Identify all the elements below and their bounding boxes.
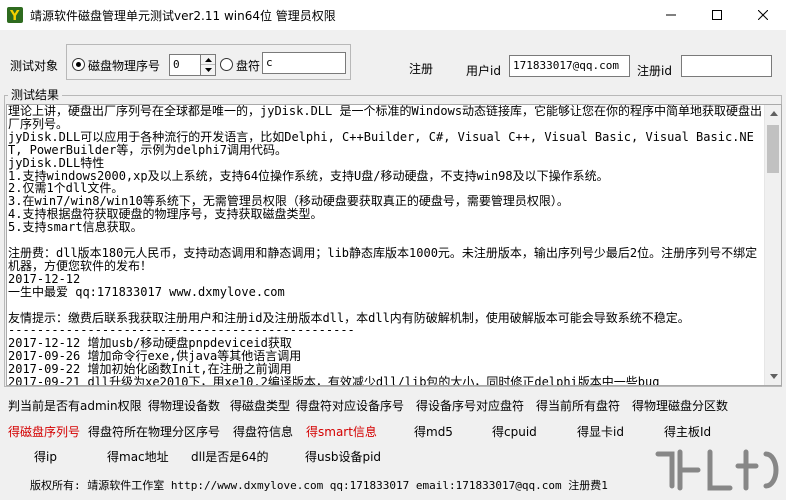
vertical-scrollbar[interactable] [764,105,781,385]
result-caption: 测试结果 [8,86,63,103]
title-bar: Y 靖源软件磁盘管理单元测试ver2.11 win64位 管理员权限 [0,0,786,30]
userid-input[interactable]: 171833017@qq.com [509,55,630,77]
maximize-button[interactable] [694,0,740,30]
radio-disk-index-label[interactable]: 磁盘物理序号 [88,57,160,74]
spin-up-icon[interactable] [201,55,215,65]
disk-index-spinner[interactable] [200,54,216,76]
result-textarea[interactable]: 理论上讲，硬盘出厂序列号在全球都是唯一的，jyDisk.DLL 是一个标准的Wi… [6,104,782,386]
fn-device-index-to-drive[interactable]: 得设备序号对应盘符 [416,397,524,414]
radio-disk-index[interactable] [72,58,85,71]
fn-cpuid[interactable]: 得cpuid [492,423,537,440]
scroll-thumb[interactable] [767,125,779,173]
test-object-label: 测试对象 [10,59,59,73]
spin-down-icon[interactable] [201,65,215,75]
fn-physical-device-count[interactable]: 得物理设备数 [148,397,220,414]
register-button[interactable]: 注册 [409,60,433,77]
fn-is-admin[interactable]: 判当前是否有admin权限 [8,397,142,414]
radio-drive-letter-label[interactable]: 盘符 [236,57,260,74]
fn-disk-serial[interactable]: 得磁盘序列号 [8,423,80,440]
fn-smart-info[interactable]: 得smart信息 [306,423,377,440]
fn-partition-count[interactable]: 得物理磁盘分区数 [632,397,728,414]
copyright-footer: 版权所有: 靖源软件工作室 http://www.dxmylove.com qq… [30,479,608,492]
scroll-up-icon[interactable] [765,105,781,122]
userid-label: 用户id [466,64,501,78]
result-text: 理论上讲，硬盘出厂序列号在全球都是唯一的，jyDisk.DLL 是一个标准的Wi… [8,104,763,386]
fn-md5[interactable]: 得md5 [414,423,453,440]
fn-drive-info[interactable]: 得盘符信息 [233,423,293,440]
drive-letter-input[interactable]: c [262,52,346,74]
fn-gpu-id[interactable]: 得显卡id [577,423,624,440]
window-title: 靖源软件磁盘管理单元测试ver2.11 win64位 管理员权限 [30,9,336,23]
download-site-watermark [650,440,786,500]
app-logo-icon: Y [7,7,23,24]
maximize-icon [712,10,722,20]
minimize-button[interactable] [648,0,694,30]
fn-usb-pid[interactable]: 得usb设备pid [305,448,381,465]
fn-drive-to-device-index[interactable]: 得盘符对应设备序号 [296,397,404,414]
close-icon [758,10,768,20]
close-button[interactable] [740,0,786,30]
fn-mac[interactable]: 得mac地址 [107,448,169,465]
svg-text:Y: Y [9,9,20,23]
fn-drive-partition-index[interactable]: 得盘符所在物理分区序号 [88,423,220,440]
fn-all-drives[interactable]: 得当前所有盘符 [536,397,620,414]
scroll-down-icon[interactable] [765,368,781,385]
regid-input[interactable] [681,55,772,77]
disk-index-input[interactable]: 0 [169,54,201,76]
fn-dll-64bit[interactable]: dll是否是64的 [191,448,269,465]
fn-disk-type[interactable]: 得磁盘类型 [230,397,290,414]
fn-ip[interactable]: 得ip [34,448,57,465]
regid-label: 注册id [637,64,672,78]
minimize-icon [666,14,676,16]
radio-drive-letter[interactable] [220,58,233,71]
fn-motherboard-id[interactable]: 得主板Id [664,423,711,440]
